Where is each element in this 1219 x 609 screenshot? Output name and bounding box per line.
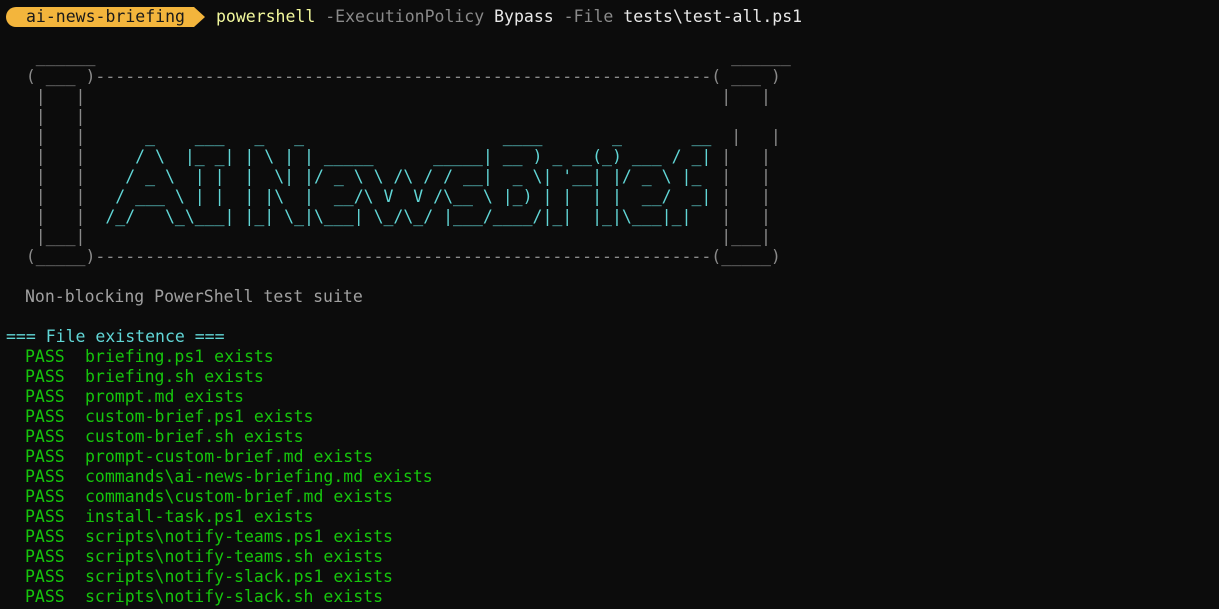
banner-logo-text: _ ___ _ _ ____ _ __ — [85, 127, 732, 146]
pass-status: PASS — [25, 347, 65, 366]
test-result-text: briefing.ps1 exists — [85, 347, 274, 366]
banner-art-row: | | _ ___ _ _ ____ _ __ | | — [6, 127, 1213, 147]
banner-art-row: | | / ___ \ | | | |\ | __/\ V V /\__ \ |… — [6, 187, 1213, 207]
test-result-text: commands\custom-brief.md exists — [85, 487, 393, 506]
section-header: === File existence === — [6, 327, 225, 346]
test-result-text: install-task.ps1 exists — [85, 507, 314, 526]
test-result-text: custom-brief.ps1 exists — [85, 407, 314, 426]
pass-status: PASS — [25, 487, 65, 506]
test-result-text: prompt.md exists — [85, 387, 244, 406]
test-result-text: scripts\notify-slack.sh exists — [85, 587, 384, 606]
test-result-row: PASS briefing.sh exists — [6, 367, 1213, 387]
banner-frame-bottom: |___| |___| (_____)---------------------… — [25, 227, 781, 266]
test-result-row: PASS custom-brief.ps1 exists — [6, 407, 1213, 427]
pass-status: PASS — [25, 367, 65, 386]
terminal-window[interactable]: ai-news-briefing powershell -ExecutionPol… — [6, 7, 1213, 609]
test-result-row: PASS install-task.ps1 exists — [6, 507, 1213, 527]
test-result-row: PASS briefing.ps1 exists — [6, 347, 1213, 367]
test-result-text: scripts\notify-slack.ps1 exists — [85, 567, 393, 586]
prompt-arrow-icon — [193, 7, 205, 27]
command-name: powershell — [215, 7, 316, 26]
command-param-execution-policy: -ExecutionPolicy — [325, 7, 485, 26]
test-results-list: PASS briefing.ps1 exists PASS briefing.sh e… — [6, 347, 1213, 609]
suite-subtitle: Non-blocking PowerShell test suite — [25, 287, 363, 306]
test-result-row: PASS scripts\notify-teams.ps1 exists — [6, 527, 1213, 547]
command-arg-script-path: tests\test-all.ps1 — [623, 7, 803, 26]
ascii-banner: ______ ______ ( ___ )-------------------… — [6, 47, 1213, 267]
test-result-row: PASS prompt.md exists — [6, 387, 1213, 407]
banner-frame-right: | | — [721, 207, 771, 226]
test-result-row: PASS scripts\notify-slack.ps1 exists — [6, 567, 1213, 587]
banner-frame-left: | | — [6, 167, 86, 186]
test-result-row: PASS commands\custom-brief.md exists — [6, 487, 1213, 507]
banner-frame-left: | | — [6, 207, 86, 226]
pass-status: PASS — [25, 447, 65, 466]
pass-status: PASS — [25, 387, 65, 406]
pass-status: PASS — [25, 547, 65, 566]
command-arg-bypass: Bypass — [494, 7, 554, 26]
banner-art-row: | | /_/ \_\___| |_| \_|\___| \_/\_/ |___… — [6, 207, 1213, 227]
test-result-row: PASS custom-brief.sh exists — [6, 427, 1213, 447]
test-result-row: PASS scripts\notify-teams.sh exists — [6, 547, 1213, 567]
test-result-text: scripts\notify-teams.ps1 exists — [85, 527, 393, 546]
banner-frame-left: | | — [6, 147, 86, 166]
banner-frame-right: | | — [721, 147, 771, 166]
test-result-text: custom-brief.sh exists — [85, 427, 304, 446]
pass-status: PASS — [25, 427, 65, 446]
banner-frame-left: | | — [6, 127, 86, 146]
test-result-text: commands\ai-news-briefing.md exists — [85, 467, 433, 486]
banner-logo-text: / \ |_ _| | \ | | _____ _____| __ ) _ __… — [85, 147, 722, 166]
banner-frame-left: | | — [6, 187, 86, 206]
banner-logo-text: /_/ \_\___| |_| \_|\___| \_/\_/ |___/___… — [85, 207, 722, 226]
test-result-text: briefing.sh exists — [85, 367, 264, 386]
banner-frame-right: | | — [731, 127, 781, 146]
banner-art-row: | | / _ \ | | | \| |/ _ \ \ /\ / / __| _… — [6, 167, 1213, 187]
banner-logo-text: / ___ \ | | | |\ | __/\ V V /\__ \ |_) |… — [85, 187, 722, 206]
banner-frame-right: | | — [721, 187, 771, 206]
pass-status: PASS — [25, 567, 65, 586]
prompt-directory-badge: ai-news-briefing — [6, 7, 194, 27]
test-result-row: PASS prompt-custom-brief.md exists — [6, 447, 1213, 467]
command-param-file: -File — [563, 7, 614, 26]
banner-frame-right: | | — [721, 167, 771, 186]
banner-frame-top: ______ ______ ( ___ )-------------------… — [25, 47, 791, 126]
test-result-text: prompt-custom-brief.md exists — [85, 447, 374, 466]
banner-logo-text: / _ \ | | | \| |/ _ \ \ /\ / / __| _ \| … — [85, 167, 722, 186]
pass-status: PASS — [25, 587, 65, 606]
test-result-row: PASS scripts\notify-slack.sh exists — [6, 587, 1213, 607]
test-result-text: scripts\notify-teams.sh exists — [85, 547, 384, 566]
test-result-row: PASS commands\ai-news-briefing.md exists — [6, 467, 1213, 487]
pass-status: PASS — [25, 467, 65, 486]
pass-status: PASS — [25, 407, 65, 426]
pass-status: PASS — [25, 507, 65, 526]
pass-status: PASS — [25, 527, 65, 546]
banner-art-row: | | / \ |_ _| | \ | | _____ _____| __ ) … — [6, 147, 1213, 167]
prompt-line: ai-news-briefing powershell -ExecutionPol… — [6, 7, 1213, 27]
